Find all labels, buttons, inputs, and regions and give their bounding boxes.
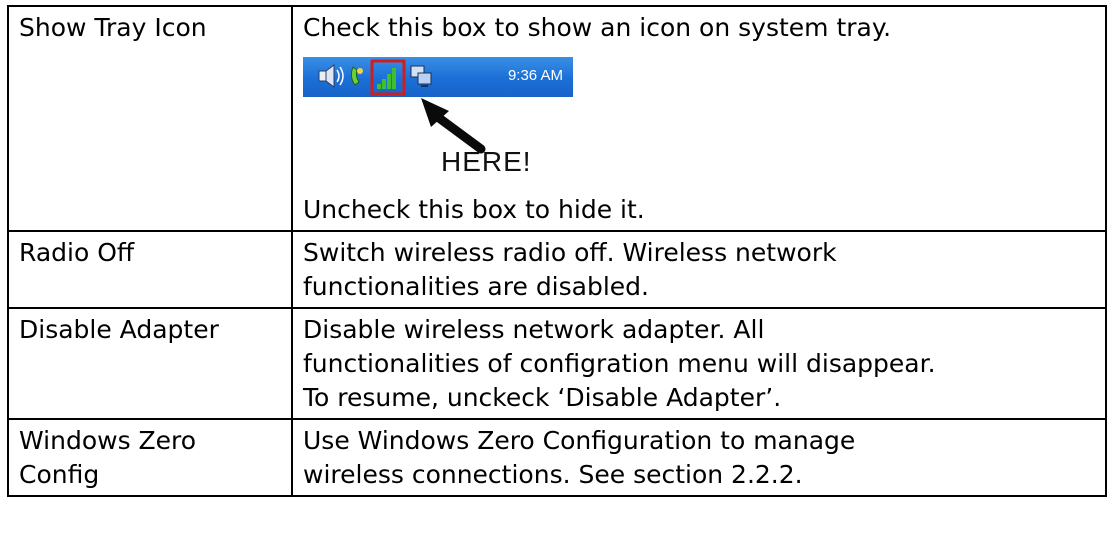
setting-name-cell: Radio Off bbox=[7, 230, 293, 309]
tray-screenshot: 9:36 AM HERE! bbox=[303, 57, 573, 185]
description-line: To resume, unckeck ‘Disable Adapter’. bbox=[303, 383, 782, 412]
description-line: Uncheck this box to hide it. bbox=[303, 195, 645, 224]
network-computers-icon bbox=[410, 65, 432, 87]
table-row: Disable Adapter Disable wireless network… bbox=[7, 307, 1107, 420]
settings-table: Show Tray Icon Check this box to show an… bbox=[7, 5, 1107, 497]
table-row: Radio Off Switch wireless radio off. Wir… bbox=[7, 230, 1107, 309]
setting-name-cell: Windows Zero Config bbox=[7, 418, 293, 497]
description-line: Check this box to show an icon on system… bbox=[303, 13, 892, 42]
description-line: Use Windows Zero Configuration to manage bbox=[303, 426, 856, 455]
pointer-arrow-icon bbox=[421, 98, 486, 154]
description-line: Switch wireless radio off. Wireless netw… bbox=[303, 238, 837, 267]
setting-name: Show Tray Icon bbox=[19, 13, 207, 42]
setting-name: Config bbox=[19, 460, 100, 489]
signal-strength-icon bbox=[377, 68, 396, 89]
description-line: functionalities of configration menu wil… bbox=[303, 349, 936, 378]
setting-name-cell: Show Tray Icon bbox=[7, 5, 293, 232]
phone-icon bbox=[350, 66, 363, 86]
setting-name: Windows Zero bbox=[19, 426, 197, 455]
table-row: Windows Zero Config Use Windows Zero Con… bbox=[7, 418, 1107, 497]
description-cell: Disable wireless network adapter. All fu… bbox=[291, 307, 1107, 420]
setting-name: Disable Adapter bbox=[19, 315, 219, 344]
description-cell: Switch wireless radio off. Wireless netw… bbox=[291, 230, 1107, 309]
tray-clock: 9:36 AM bbox=[507, 67, 563, 84]
description-cell: Use Windows Zero Configuration to manage… bbox=[291, 418, 1107, 497]
description-line: Disable wireless network adapter. All bbox=[303, 315, 765, 344]
description-line: functionalities are disabled. bbox=[303, 272, 649, 301]
speaker-icon bbox=[318, 64, 344, 88]
setting-name: Radio Off bbox=[19, 238, 135, 267]
table-row: Show Tray Icon Check this box to show an… bbox=[7, 5, 1107, 232]
setting-name-cell: Disable Adapter bbox=[7, 307, 293, 420]
description-cell: Check this box to show an icon on system… bbox=[291, 5, 1107, 232]
description-line: wireless connections. See section 2.2.2. bbox=[303, 460, 803, 489]
pointer-label: HERE! bbox=[441, 146, 532, 177]
